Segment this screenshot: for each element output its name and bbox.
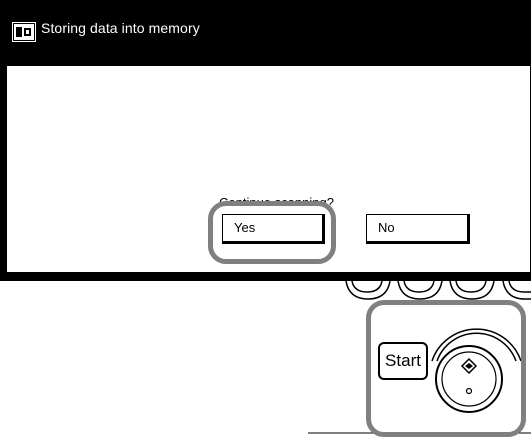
no-button[interactable]: No xyxy=(366,214,470,244)
window-title: Storing data into memory xyxy=(41,20,200,36)
start-button-highlight xyxy=(366,300,526,437)
yes-button-highlight xyxy=(208,201,336,264)
partial-keys xyxy=(345,281,531,300)
title-bar: Storing data into memory xyxy=(0,0,531,57)
touch-screen: Storing data into memory Continue scanni… xyxy=(0,0,531,281)
copier-icon xyxy=(12,22,36,42)
